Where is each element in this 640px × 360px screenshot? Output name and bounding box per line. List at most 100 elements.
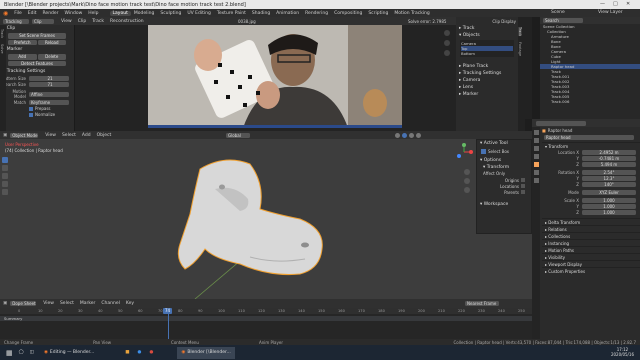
properties-search-input[interactable] [536, 120, 586, 126]
viewport-menu-object[interactable]: Object [94, 133, 115, 138]
location-z-field[interactable]: 5.494 m [582, 161, 636, 167]
clip-section-header[interactable]: ▾ Clip [0, 25, 74, 32]
dopesheet-mode-dropdown[interactable]: Dope Sheet [10, 301, 37, 306]
clip-display-dropdown[interactable]: Clip Display [456, 17, 518, 25]
lens-section-header[interactable]: ▸ Lens [456, 84, 518, 91]
task-view-icon[interactable]: ◫ [30, 350, 34, 355]
origins-checkbox[interactable] [521, 178, 525, 182]
add-marker-button[interactable]: Add [8, 54, 37, 60]
object-mode-dropdown[interactable]: Object Mode [10, 132, 39, 138]
tab-footage[interactable]: Footage [518, 42, 522, 56]
property-section-header[interactable]: ▸ Relations [542, 225, 640, 232]
clip-menu-view[interactable]: View [58, 19, 75, 24]
start-menu-icon[interactable]: ▦ [6, 349, 13, 357]
pattern-size-field[interactable]: 21 [29, 76, 69, 81]
tab-uv-editing[interactable]: UV Editing [184, 11, 213, 16]
clip-mode-dropdown[interactable]: Tracking [3, 18, 29, 24]
parents-row[interactable]: Parents [477, 189, 531, 195]
taskbar-item-blender[interactable]: ◉ Blender [\Blender... [177, 346, 235, 359]
object-item-bottom[interactable]: Bottom [461, 51, 513, 56]
tab-rendering[interactable]: Rendering [302, 11, 331, 16]
camera-section-header[interactable]: ▸ Camera [456, 77, 518, 84]
browser-icon[interactable]: ● [138, 350, 142, 355]
dopesheet-editor-icon[interactable]: ▣ [3, 301, 7, 306]
scene-tab-icon[interactable] [533, 154, 539, 159]
prepass-checkbox[interactable] [29, 106, 33, 111]
navigation-gizmo[interactable] [455, 143, 473, 161]
normalize-checkbox[interactable] [29, 112, 33, 117]
timeline-menu-select[interactable]: Select [57, 301, 77, 306]
timeline-menu-view[interactable]: View [40, 301, 57, 306]
file-explorer-icon[interactable]: ■ [125, 350, 129, 355]
minimize-button[interactable]: — [600, 1, 605, 7]
locations-checkbox[interactable] [521, 184, 525, 188]
scene-selector[interactable]: Scene [548, 10, 568, 15]
tracking-settings-header[interactable]: ▾ Tracking Settings [0, 68, 74, 75]
transform-options-header[interactable]: ▾ Transform [477, 164, 531, 171]
taskbar-search-icon[interactable]: ◯ [19, 350, 24, 355]
wireframe-shading-icon[interactable] [395, 132, 400, 138]
object-tab-icon[interactable] [533, 162, 539, 167]
tab-sculpting[interactable]: Sculpting [157, 11, 184, 16]
tab-scripting[interactable]: Scripting [365, 11, 391, 16]
set-scene-frames-button[interactable]: Set Scene Frames [8, 33, 66, 39]
tool-tab-icon[interactable] [533, 130, 539, 135]
tab-track-right[interactable]: Track [518, 27, 522, 37]
pan-view-icon[interactable] [464, 178, 470, 184]
transform-orientation-dropdown[interactable]: Global [226, 132, 250, 138]
location-x-field[interactable]: 2.4952 m [582, 149, 636, 155]
rotation-x-field[interactable]: 2.54° [582, 169, 636, 175]
tab-animation[interactable]: Animation [273, 11, 302, 16]
menu-edit[interactable]: Edit [25, 11, 40, 16]
prefetch-button[interactable]: Prefetch [8, 39, 37, 45]
clip-footage-frame[interactable] [148, 25, 402, 128]
pan-icon[interactable] [444, 40, 450, 46]
snap-mode-dropdown[interactable]: Nearest Frame [465, 301, 499, 306]
camera-view-icon[interactable] [464, 187, 470, 193]
clip-menu-track[interactable]: Track [89, 19, 107, 24]
match-dropdown[interactable]: Keyframe [29, 100, 69, 105]
viewport-menu-view[interactable]: View [42, 133, 59, 138]
tab-texture-paint[interactable]: Texture Paint [214, 11, 249, 16]
tab-shading[interactable]: Shading [249, 11, 273, 16]
workspace-header[interactable]: ▾ Workspace [477, 201, 531, 208]
editor-type-icon[interactable]: ▣ [3, 133, 7, 138]
modifier-tab-icon[interactable] [533, 170, 539, 175]
property-section-header[interactable]: ▸ Delta Transform [542, 218, 640, 225]
solid-shading-icon[interactable] [402, 132, 407, 138]
property-section-header[interactable]: ▸ Collections [542, 232, 640, 239]
3d-viewport[interactable]: User Perspective (74) Collection | Rapto… [0, 139, 532, 299]
marker-right-header[interactable]: ▸ Marker [456, 91, 518, 98]
plane-track-header[interactable]: ▸ Plane Track [456, 63, 518, 70]
tab-motion-tracking[interactable]: Motion Tracking [391, 11, 432, 16]
property-section-header[interactable]: ▸ Motion Paths [542, 246, 640, 253]
marker-section-header[interactable]: ▾ Marker [0, 46, 74, 53]
system-clock[interactable]: 17:12 2020/05/16 [611, 347, 634, 357]
tracking-settings-right-header[interactable]: ▸ Tracking Settings [456, 70, 518, 77]
close-button[interactable]: ✕ [626, 1, 630, 7]
blender-logo-icon[interactable]: ◉ [0, 10, 11, 17]
reload-button[interactable]: Reload [37, 39, 66, 45]
timeline-menu-channel[interactable]: Channel [98, 301, 122, 306]
timeline-menu-marker[interactable]: Marker [77, 301, 99, 306]
object-name-field[interactable]: Raptor head [544, 135, 634, 140]
property-section-header[interactable]: ▸ Custom Properties [542, 267, 640, 274]
render-tab-icon[interactable] [533, 138, 539, 143]
objects-section-header[interactable]: ▾ Objects [456, 32, 518, 39]
rotation-y-field[interactable]: 12.3° [582, 175, 636, 181]
property-section-header[interactable]: ▸ Visibility [542, 253, 640, 260]
outliner-search-input[interactable]: Search [543, 18, 583, 23]
rendered-shading-icon[interactable] [416, 132, 421, 138]
dino-head-model[interactable] [0, 139, 476, 299]
outliner-item[interactable]: Track.006 [540, 99, 640, 104]
track-section-header[interactable]: ▸ Track [456, 25, 518, 32]
clip-menu-reconstruction[interactable]: Reconstruction [107, 19, 147, 24]
dopesheet-timeline[interactable]: 0 10 20 30 40 50 60 70 80 90 100 110 120 130 140 150 160… [0, 308, 532, 339]
summary-row[interactable]: Summary [0, 316, 532, 321]
view-icon[interactable] [444, 50, 450, 56]
chrome-icon[interactable]: ● [149, 350, 153, 355]
scale-y-field[interactable]: 1.000 [582, 203, 636, 209]
transform-section-header[interactable]: ▾ Transform [542, 142, 640, 149]
menu-help[interactable]: Help [85, 11, 101, 16]
zoom-view-icon[interactable] [464, 169, 470, 175]
